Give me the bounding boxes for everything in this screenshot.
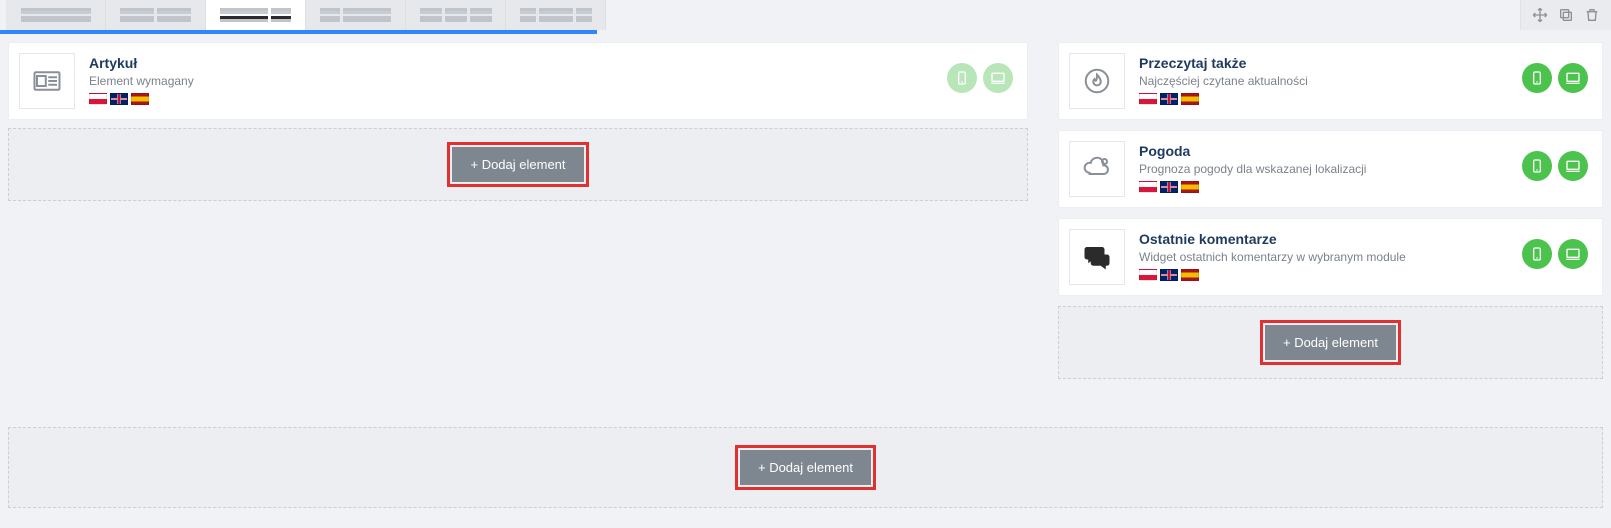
widget-subtitle: Widget ostatnich komentarzy w wybranym m… (1139, 250, 1508, 264)
layout-option-2col-even[interactable] (106, 0, 206, 30)
desktop-toggle[interactable] (1558, 151, 1588, 181)
flag-pl-icon (1139, 93, 1157, 105)
builder-row: Artykuł Element wymagany (0, 34, 1611, 379)
widget-subtitle: Najczęściej czytane aktualności (1139, 74, 1508, 88)
widget-card[interactable]: Artykuł Element wymagany (8, 42, 1028, 120)
dropzone-bottom[interactable]: + Dodaj element (8, 427, 1603, 508)
layout-option-3col-center-wide[interactable] (506, 0, 606, 30)
layout-options (0, 0, 606, 30)
layout-option-2col-wide-right[interactable] (306, 0, 406, 30)
widget-card[interactable]: Pogoda Prognoza pogody dla wskazanej lok… (1058, 130, 1603, 208)
layout-builder: Artykuł Element wymagany (0, 0, 1611, 528)
fire-icon (1069, 53, 1125, 109)
widget-title: Pogoda (1139, 143, 1508, 159)
desktop-toggle[interactable] (983, 63, 1013, 93)
flag-gb-icon (110, 93, 128, 105)
mobile-toggle[interactable] (1522, 151, 1552, 181)
trash-icon[interactable] (1581, 4, 1603, 26)
widget-languages (1139, 269, 1508, 281)
widget-card[interactable]: Przeczytaj także Najczęściej czytane akt… (1058, 42, 1603, 120)
column-right: Przeczytaj także Najczęściej czytane akt… (1058, 42, 1603, 379)
flag-pl-icon (1139, 269, 1157, 281)
desktop-toggle[interactable] (1558, 63, 1588, 93)
widget-title: Przeczytaj także (1139, 55, 1508, 71)
mobile-toggle[interactable] (1522, 63, 1552, 93)
layout-option-3col[interactable] (406, 0, 506, 30)
add-element-button[interactable]: + Dodaj element (740, 450, 871, 485)
widget-title: Ostatnie komentarze (1139, 231, 1508, 247)
layout-strip (0, 0, 1611, 30)
mobile-toggle[interactable] (947, 63, 977, 93)
add-element-button[interactable]: + Dodaj element (452, 147, 583, 182)
widget-devices (1522, 53, 1588, 93)
widget-devices (947, 53, 1013, 93)
widget-card[interactable]: Ostatnie komentarze Widget ostatnich kom… (1058, 218, 1603, 296)
row-tools (1520, 0, 1611, 30)
comments-icon (1069, 229, 1125, 285)
widget-devices (1522, 141, 1588, 181)
desktop-toggle[interactable] (1558, 239, 1588, 269)
flag-pl-icon (1139, 181, 1157, 193)
widget-languages (1139, 93, 1508, 105)
widget-languages (1139, 181, 1508, 193)
column-left: Artykuł Element wymagany (8, 42, 1028, 379)
flag-gb-icon (1160, 269, 1178, 281)
widget-devices (1522, 229, 1588, 269)
add-element-button[interactable]: + Dodaj element (1265, 325, 1396, 360)
weather-icon (1069, 141, 1125, 197)
flag-es-icon (1181, 93, 1199, 105)
layout-option-1col[interactable] (6, 0, 106, 30)
mobile-toggle[interactable] (1522, 239, 1552, 269)
dropzone-right[interactable]: + Dodaj element (1058, 306, 1603, 379)
flag-pl-icon (89, 93, 107, 105)
article-icon (19, 53, 75, 109)
layout-option-2col-wide-left[interactable] (206, 0, 306, 30)
widget-title: Artykuł (89, 55, 933, 71)
widget-subtitle: Element wymagany (89, 74, 933, 88)
flag-es-icon (131, 93, 149, 105)
duplicate-icon[interactable] (1555, 4, 1577, 26)
flag-gb-icon (1160, 93, 1178, 105)
move-icon[interactable] (1529, 4, 1551, 26)
flag-es-icon (1181, 181, 1199, 193)
dropzone-left[interactable]: + Dodaj element (8, 128, 1028, 201)
widget-subtitle: Prognoza pogody dla wskazanej lokalizacj… (1139, 162, 1508, 176)
widget-languages (89, 93, 933, 105)
flag-es-icon (1181, 269, 1199, 281)
flag-gb-icon (1160, 181, 1178, 193)
